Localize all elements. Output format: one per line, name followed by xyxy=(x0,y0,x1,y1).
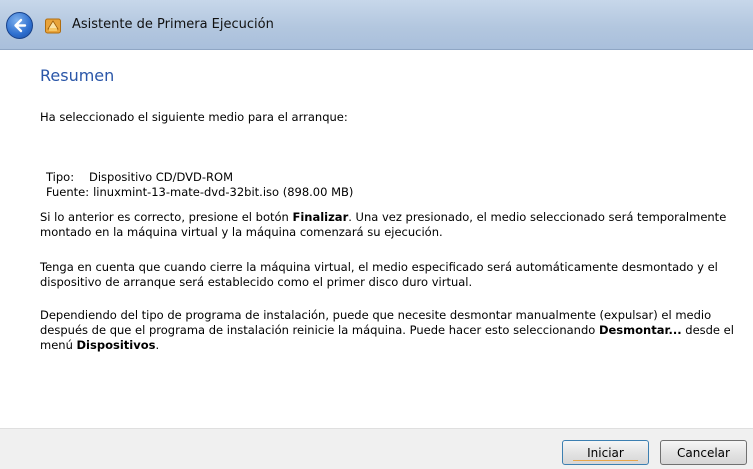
media-source-value: linuxmint-13-mate-dvd-32bit.iso (898.00 … xyxy=(93,185,354,199)
start-button[interactable]: Iniciar xyxy=(562,440,649,465)
media-source-label: Fuente: xyxy=(46,185,90,199)
unmount-note-line1: Tenga en cuenta que cuando cierre la máq… xyxy=(40,260,718,274)
media-type-label: Tipo: xyxy=(46,170,75,184)
manual-eject-line3-start: menú xyxy=(40,338,77,352)
confirm-text-line2: montado en la máquina virtual y la máqui… xyxy=(40,225,443,239)
devices-keyword: Dispositivos xyxy=(76,338,156,352)
paragraph-unmount-note: Tenga en cuenta que cuando cierre la máq… xyxy=(40,260,750,290)
title-bar: Asistente de Primera Ejecución xyxy=(0,0,753,50)
media-type-value: Dispositivo CD/DVD-ROM xyxy=(89,170,234,184)
back-button[interactable] xyxy=(6,12,33,39)
page-heading: Resumen xyxy=(40,66,115,85)
paragraph-manual-eject: Dependiendo del tipo de programa de inst… xyxy=(40,308,750,353)
unmount-note-line2: dispositivo de arranque será establecido… xyxy=(40,275,473,289)
unmount-keyword: Desmontar... xyxy=(598,323,682,337)
wizard-content: Resumen Ha seleccionado el siguiente med… xyxy=(0,50,753,428)
paragraph-confirm: Si lo anterior es correcto, presione el … xyxy=(40,210,750,240)
finish-keyword: Finalizar xyxy=(292,210,349,224)
intro-text: Ha seleccionado el siguiente medio para … xyxy=(40,110,348,124)
virtualbox-app-icon xyxy=(45,18,61,34)
manual-eject-line1: Dependiendo del tipo de programa de inst… xyxy=(40,308,712,322)
manual-eject-line3-end: . xyxy=(155,338,160,352)
manual-eject-line2-start: después de que el programa de instalació… xyxy=(40,323,599,337)
start-button-label: Iniciar xyxy=(587,445,624,460)
button-bar: Iniciar Cancelar xyxy=(0,428,753,469)
confirm-text-end: . Una vez presionado, el medio seleccion… xyxy=(348,210,727,224)
media-summary: Tipo: Dispositivo CD/DVD-ROM Fuente: lin… xyxy=(46,170,753,200)
cancel-button[interactable]: Cancelar xyxy=(660,440,747,465)
window-title: Asistente de Primera Ejecución xyxy=(72,17,274,32)
confirm-text-start: Si lo anterior es correcto, presione el … xyxy=(40,210,293,224)
media-source-row: Fuente: linuxmint-13-mate-dvd-32bit.iso … xyxy=(46,185,753,200)
focus-indicator xyxy=(573,460,638,461)
cancel-button-label: Cancelar xyxy=(677,445,730,460)
back-arrow-icon xyxy=(14,18,27,33)
manual-eject-line2-end: desde el xyxy=(681,323,734,337)
media-type-row: Tipo: Dispositivo CD/DVD-ROM xyxy=(46,170,753,185)
